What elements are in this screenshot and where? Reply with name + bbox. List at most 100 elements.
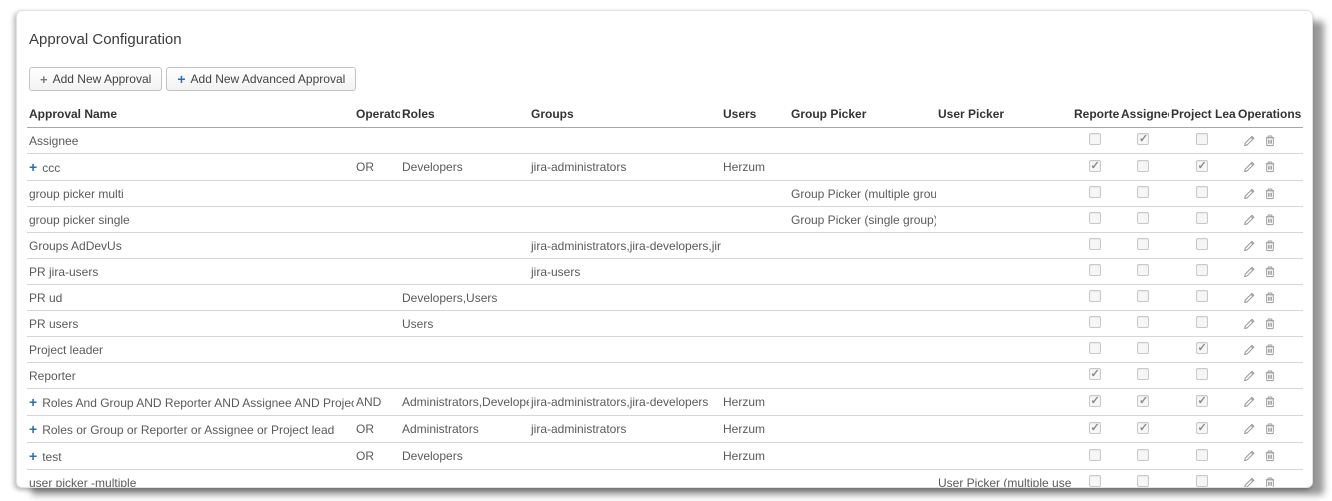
assignee-checkbox[interactable]: [1137, 160, 1149, 172]
assignee-checkbox[interactable]: [1137, 449, 1149, 461]
add-new-advanced-approval-button[interactable]: + Add New Advanced Approval: [166, 67, 356, 91]
delete-trash-icon[interactable]: [1263, 369, 1277, 383]
expand-plus-icon[interactable]: +: [29, 448, 37, 464]
toolbar: + Add New Approval + Add New Advanced Ap…: [29, 67, 1302, 91]
expand-plus-icon[interactable]: +: [29, 394, 37, 410]
approvals-table: Approval Name Operator Roles Groups User…: [27, 103, 1303, 488]
reporter-checkbox[interactable]: [1089, 368, 1101, 380]
project-lead-checkbox[interactable]: [1196, 422, 1208, 434]
edit-pencil-icon[interactable]: [1242, 317, 1256, 331]
add-new-approval-button[interactable]: + Add New Approval: [29, 67, 162, 91]
project-lead-checkbox[interactable]: [1196, 186, 1208, 198]
project-lead-checkbox[interactable]: [1196, 160, 1208, 172]
assignee-checkbox[interactable]: [1137, 290, 1149, 302]
delete-trash-icon[interactable]: [1263, 291, 1277, 305]
reporter-checkbox[interactable]: [1089, 238, 1101, 250]
roles-cell: [400, 181, 529, 207]
edit-pencil-icon[interactable]: [1242, 343, 1256, 357]
assignee-checkbox[interactable]: [1137, 395, 1149, 407]
edit-pencil-icon[interactable]: [1242, 187, 1256, 201]
plus-icon: +: [177, 72, 185, 86]
delete-trash-icon[interactable]: [1263, 239, 1277, 253]
group-picker-cell: [789, 128, 936, 154]
user-picker-cell: [936, 259, 1072, 285]
groups-cell: jira-administrators: [529, 416, 721, 443]
edit-pencil-icon[interactable]: [1242, 449, 1256, 463]
assignee-checkbox[interactable]: [1137, 238, 1149, 250]
edit-pencil-icon[interactable]: [1242, 476, 1256, 488]
edit-pencil-icon[interactable]: [1242, 160, 1256, 174]
user-picker-cell: [936, 443, 1072, 470]
edit-pencil-icon[interactable]: [1242, 422, 1256, 436]
assignee-checkbox[interactable]: [1137, 212, 1149, 224]
reporter-checkbox[interactable]: [1089, 212, 1101, 224]
project-lead-checkbox[interactable]: [1196, 475, 1208, 487]
delete-trash-icon[interactable]: [1263, 449, 1277, 463]
delete-trash-icon[interactable]: [1263, 213, 1277, 227]
project-lead-checkbox[interactable]: [1196, 238, 1208, 250]
edit-pencil-icon[interactable]: [1242, 213, 1256, 227]
project-lead-checkbox[interactable]: [1196, 133, 1208, 145]
assignee-checkbox[interactable]: [1137, 186, 1149, 198]
delete-trash-icon[interactable]: [1263, 160, 1277, 174]
reporter-checkbox[interactable]: [1089, 160, 1101, 172]
delete-trash-icon[interactable]: [1263, 343, 1277, 357]
table-row: +Roles And Group AND Reporter AND Assign…: [27, 389, 1303, 416]
project-lead-checkbox[interactable]: [1196, 316, 1208, 328]
delete-trash-icon[interactable]: [1263, 422, 1277, 436]
assignee-checkbox[interactable]: [1137, 316, 1149, 328]
assignee-checkbox[interactable]: [1137, 368, 1149, 380]
table-row: +PR users Users: [27, 311, 1303, 337]
edit-pencil-icon[interactable]: [1242, 291, 1256, 305]
col-operator: Operator: [354, 103, 400, 128]
group-picker-cell: Group Picker (multiple groups): [789, 181, 936, 207]
assignee-checkbox[interactable]: [1137, 264, 1149, 276]
reporter-checkbox[interactable]: [1089, 475, 1101, 487]
group-picker-cell: [789, 363, 936, 389]
project-lead-checkbox[interactable]: [1196, 264, 1208, 276]
group-picker-cell: [789, 154, 936, 181]
edit-pencil-icon[interactable]: [1242, 134, 1256, 148]
project-lead-checkbox[interactable]: [1196, 212, 1208, 224]
reporter-checkbox[interactable]: [1089, 395, 1101, 407]
operator-cell: OR: [354, 443, 400, 470]
delete-trash-icon[interactable]: [1263, 395, 1277, 409]
user-picker-cell: [936, 181, 1072, 207]
group-picker-cell: [789, 311, 936, 337]
assignee-checkbox[interactable]: [1137, 133, 1149, 145]
reporter-checkbox[interactable]: [1089, 316, 1101, 328]
assignee-checkbox[interactable]: [1137, 422, 1149, 434]
edit-pencil-icon[interactable]: [1242, 395, 1256, 409]
groups-cell: [529, 363, 721, 389]
roles-cell: [400, 128, 529, 154]
reporter-checkbox[interactable]: [1089, 186, 1101, 198]
delete-trash-icon[interactable]: [1263, 187, 1277, 201]
user-picker-cell: [936, 233, 1072, 259]
project-lead-checkbox[interactable]: [1196, 290, 1208, 302]
delete-trash-icon[interactable]: [1263, 476, 1277, 488]
reporter-checkbox[interactable]: [1089, 264, 1101, 276]
delete-trash-icon[interactable]: [1263, 134, 1277, 148]
project-lead-checkbox[interactable]: [1196, 368, 1208, 380]
delete-trash-icon[interactable]: [1263, 317, 1277, 331]
edit-pencil-icon[interactable]: [1242, 239, 1256, 253]
approval-configuration-panel: Approval Configuration + Add New Approva…: [16, 10, 1313, 488]
operator-cell: [354, 181, 400, 207]
project-lead-checkbox[interactable]: [1196, 395, 1208, 407]
approval-name: PR ud: [29, 291, 62, 305]
project-lead-checkbox[interactable]: [1196, 342, 1208, 354]
edit-pencil-icon[interactable]: [1242, 369, 1256, 383]
assignee-checkbox[interactable]: [1137, 342, 1149, 354]
reporter-checkbox[interactable]: [1089, 422, 1101, 434]
table-header: Approval Name Operator Roles Groups User…: [27, 103, 1303, 128]
reporter-checkbox[interactable]: [1089, 342, 1101, 354]
expand-plus-icon[interactable]: +: [29, 421, 37, 437]
reporter-checkbox[interactable]: [1089, 290, 1101, 302]
delete-trash-icon[interactable]: [1263, 265, 1277, 279]
assignee-checkbox[interactable]: [1137, 475, 1149, 487]
edit-pencil-icon[interactable]: [1242, 265, 1256, 279]
project-lead-checkbox[interactable]: [1196, 449, 1208, 461]
reporter-checkbox[interactable]: [1089, 133, 1101, 145]
reporter-checkbox[interactable]: [1089, 449, 1101, 461]
expand-plus-icon[interactable]: +: [29, 159, 37, 175]
